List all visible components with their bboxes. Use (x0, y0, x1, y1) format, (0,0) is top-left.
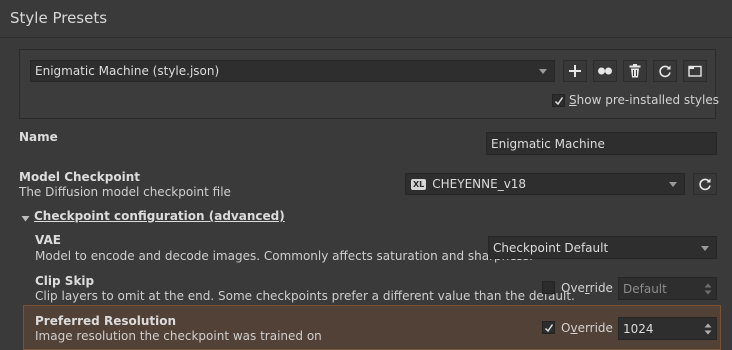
delete-preset-button[interactable] (623, 60, 647, 82)
show-preinstalled-label[interactable]: Show pre-installed styles (569, 93, 719, 107)
add-icon (569, 65, 581, 77)
chevron-down-icon (701, 245, 709, 251)
name-input-value: Enigmatic Machine (491, 136, 605, 151)
show-preinstalled-checkbox[interactable] (552, 94, 565, 107)
expand-toggle[interactable] (21, 212, 30, 222)
delete-icon (629, 64, 641, 78)
add-preset-button[interactable] (563, 60, 587, 82)
refresh-icon (699, 178, 711, 191)
vae-label: VAE (35, 233, 61, 247)
clip-skip-override-checkbox[interactable] (542, 281, 555, 294)
page-title: Style Presets (10, 9, 108, 27)
preferred-resolution-spinbox[interactable]: 1024 (618, 317, 717, 340)
advanced-section-header[interactable]: Checkpoint configuration (advanced) (34, 209, 285, 223)
clip-skip-spinbox[interactable]: Default (618, 277, 717, 300)
model-checkpoint-label: Model Checkpoint (19, 170, 141, 184)
checkmark-icon (554, 96, 563, 105)
model-checkpoint-description: The Diffusion model checkpoint file (19, 185, 231, 199)
preferred-resolution-description: Image resolution the checkpoint was trai… (35, 329, 322, 343)
duplicate-preset-button[interactable] (593, 60, 617, 82)
duplicate-icon (598, 67, 612, 75)
clip-skip-label: Clip Skip (35, 274, 95, 288)
preset-dropdown[interactable]: Enigmatic Machine (style.json) (30, 60, 555, 82)
chevron-down-icon (669, 182, 677, 187)
checkmark-icon (544, 323, 553, 332)
xl-badge: XL (411, 178, 427, 190)
clip-skip-value: Default (623, 281, 667, 296)
open-folder-button[interactable] (683, 60, 707, 82)
model-checkpoint-value: CHEYENNE_v18 (432, 177, 527, 191)
model-checkpoint-dropdown[interactable]: XL CHEYENNE_v18 (405, 173, 685, 195)
vae-value: Checkpoint Default (493, 240, 609, 255)
triangle-down-icon (21, 216, 30, 222)
chevron-down-icon (539, 69, 547, 74)
preferred-resolution-value: 1024 (623, 321, 654, 336)
name-input[interactable]: Enigmatic Machine (486, 132, 717, 155)
spin-arrows-icon (704, 323, 712, 335)
clip-skip-description: Clip layers to omit at the end. Some che… (35, 289, 575, 303)
preferred-resolution-label: Preferred Resolution (35, 314, 177, 328)
refresh-checkpoints-button[interactable] (693, 173, 717, 195)
folder-icon (688, 65, 702, 77)
spin-arrows-icon (704, 283, 712, 295)
vae-description: Model to encode and decode images. Commo… (35, 249, 533, 263)
preferred-resolution-override-checkbox[interactable] (542, 321, 555, 334)
refresh-icon (659, 65, 671, 78)
name-label: Name (19, 130, 58, 144)
header-divider (0, 37, 732, 38)
refresh-presets-button[interactable] (653, 60, 677, 82)
preset-dropdown-value: Enigmatic Machine (style.json) (35, 64, 220, 78)
preferred-resolution-override-label[interactable]: Override (561, 321, 613, 335)
clip-skip-override-label[interactable]: Override (561, 281, 613, 295)
vae-dropdown[interactable]: Checkpoint Default (488, 236, 717, 259)
